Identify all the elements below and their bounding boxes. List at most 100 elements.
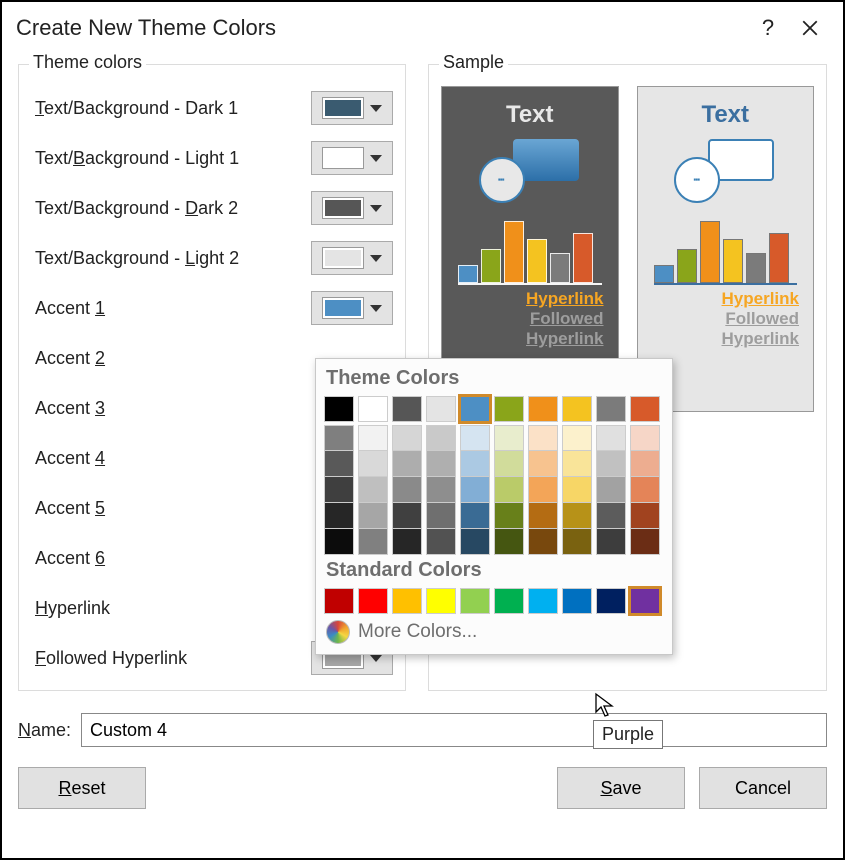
theme-shade-swatch[interactable] [460, 529, 490, 555]
color-dropdown[interactable] [311, 291, 393, 325]
theme-shade-swatch[interactable] [392, 425, 422, 451]
theme-color-swatch[interactable] [426, 396, 456, 422]
standard-color-swatch[interactable] [630, 588, 660, 614]
theme-shade-swatch[interactable] [426, 503, 456, 529]
theme-shade-swatch[interactable] [528, 451, 558, 477]
standard-color-swatch[interactable] [426, 588, 456, 614]
theme-shade-swatch[interactable] [528, 529, 558, 555]
theme-shade-swatch[interactable] [324, 425, 354, 451]
color-tooltip: Purple [593, 720, 663, 749]
theme-color-swatch[interactable] [392, 396, 422, 422]
standard-color-swatch[interactable] [358, 588, 388, 614]
theme-color-swatch[interactable] [460, 396, 490, 422]
sample-bar [550, 253, 570, 283]
theme-shade-swatch[interactable] [324, 503, 354, 529]
theme-color-swatch[interactable] [494, 396, 524, 422]
picker-theme-heading: Theme Colors [326, 367, 662, 390]
close-button[interactable] [789, 10, 831, 46]
theme-shade-swatch[interactable] [630, 451, 660, 477]
theme-color-swatch[interactable] [562, 396, 592, 422]
theme-shade-swatch[interactable] [528, 425, 558, 451]
theme-shade-swatch[interactable] [392, 529, 422, 555]
theme-shade-swatch[interactable] [528, 477, 558, 503]
standard-color-swatch[interactable] [596, 588, 626, 614]
theme-shade-swatch[interactable] [596, 529, 626, 555]
theme-shade-swatch[interactable] [426, 451, 456, 477]
color-swatch [322, 147, 364, 169]
save-button[interactable]: Save [557, 767, 685, 809]
theme-shade-swatch[interactable] [630, 477, 660, 503]
theme-shade-swatch[interactable] [494, 529, 524, 555]
theme-shade-swatch[interactable] [324, 529, 354, 555]
standard-color-swatch[interactable] [528, 588, 558, 614]
theme-color-label: Accent 1 [31, 298, 311, 319]
standard-color-swatch[interactable] [494, 588, 524, 614]
theme-color-swatch[interactable] [528, 396, 558, 422]
theme-shade-swatch[interactable] [562, 529, 592, 555]
sample-bar [527, 239, 547, 283]
theme-shade-swatch[interactable] [426, 425, 456, 451]
theme-shade-swatch[interactable] [324, 451, 354, 477]
theme-shade-swatch[interactable] [562, 477, 592, 503]
theme-shade-swatch[interactable] [494, 503, 524, 529]
theme-shade-swatch[interactable] [358, 451, 388, 477]
theme-shade-swatch[interactable] [630, 529, 660, 555]
caret-down-icon [370, 255, 382, 262]
theme-shade-swatch[interactable] [630, 425, 660, 451]
theme-color-swatch[interactable] [596, 396, 626, 422]
theme-shade-swatch[interactable] [494, 425, 524, 451]
caret-down-icon [370, 305, 382, 312]
theme-shade-swatch[interactable] [426, 529, 456, 555]
sample-followed-light: Followed Hyperlink [648, 309, 804, 349]
theme-shade-swatch[interactable] [358, 477, 388, 503]
theme-shade-swatch[interactable] [528, 503, 558, 529]
theme-shade-swatch[interactable] [596, 503, 626, 529]
theme-color-swatch[interactable] [358, 396, 388, 422]
caret-down-icon [370, 655, 382, 662]
color-dropdown[interactable] [311, 141, 393, 175]
theme-shade-swatch[interactable] [324, 477, 354, 503]
theme-shade-swatch[interactable] [562, 503, 592, 529]
theme-shade-swatch[interactable] [460, 451, 490, 477]
reset-button[interactable]: Reset [18, 767, 146, 809]
theme-shade-swatch[interactable] [494, 451, 524, 477]
theme-shade-swatch[interactable] [630, 503, 660, 529]
theme-shade-swatch[interactable] [562, 425, 592, 451]
standard-color-swatch[interactable] [392, 588, 422, 614]
theme-shade-swatch[interactable] [426, 477, 456, 503]
color-dropdown[interactable] [311, 191, 393, 225]
caret-down-icon [370, 205, 382, 212]
theme-shade-swatch[interactable] [460, 477, 490, 503]
standard-color-swatch[interactable] [324, 588, 354, 614]
theme-shade-swatch[interactable] [392, 477, 422, 503]
name-input[interactable] [81, 713, 827, 747]
theme-color-swatch[interactable] [324, 396, 354, 422]
help-button[interactable]: ? [747, 10, 789, 46]
standard-color-swatch[interactable] [460, 588, 490, 614]
theme-shade-swatch[interactable] [392, 451, 422, 477]
cancel-button[interactable]: Cancel [699, 767, 827, 809]
theme-shade-swatch[interactable] [358, 529, 388, 555]
color-picker-popup: Theme Colors Standard Colors More Colors… [315, 358, 673, 655]
color-dropdown[interactable] [311, 91, 393, 125]
theme-shade-swatch[interactable] [358, 503, 388, 529]
color-dropdown[interactable] [311, 241, 393, 275]
theme-shade-swatch[interactable] [596, 477, 626, 503]
standard-color-swatch[interactable] [562, 588, 592, 614]
theme-shade-swatch[interactable] [392, 503, 422, 529]
dialog-create-theme-colors: Create New Theme Colors ? Theme colors T… [0, 0, 845, 860]
theme-color-swatch[interactable] [630, 396, 660, 422]
sample-hyperlink-light: Hyperlink [648, 289, 804, 309]
sample-text-light: Text [648, 101, 804, 129]
theme-shade-swatch[interactable] [494, 477, 524, 503]
theme-shade-swatch[interactable] [460, 503, 490, 529]
more-colors-button[interactable]: More Colors... [324, 618, 664, 646]
theme-shade-swatch[interactable] [596, 451, 626, 477]
theme-shade-swatch[interactable] [358, 425, 388, 451]
theme-shade-swatch[interactable] [460, 425, 490, 451]
sample-bar [458, 265, 478, 283]
theme-shade-swatch[interactable] [562, 451, 592, 477]
theme-color-row: Text/Background - Dark 1 [31, 90, 393, 126]
theme-shade-swatch[interactable] [596, 425, 626, 451]
color-wheel-icon [326, 620, 350, 644]
